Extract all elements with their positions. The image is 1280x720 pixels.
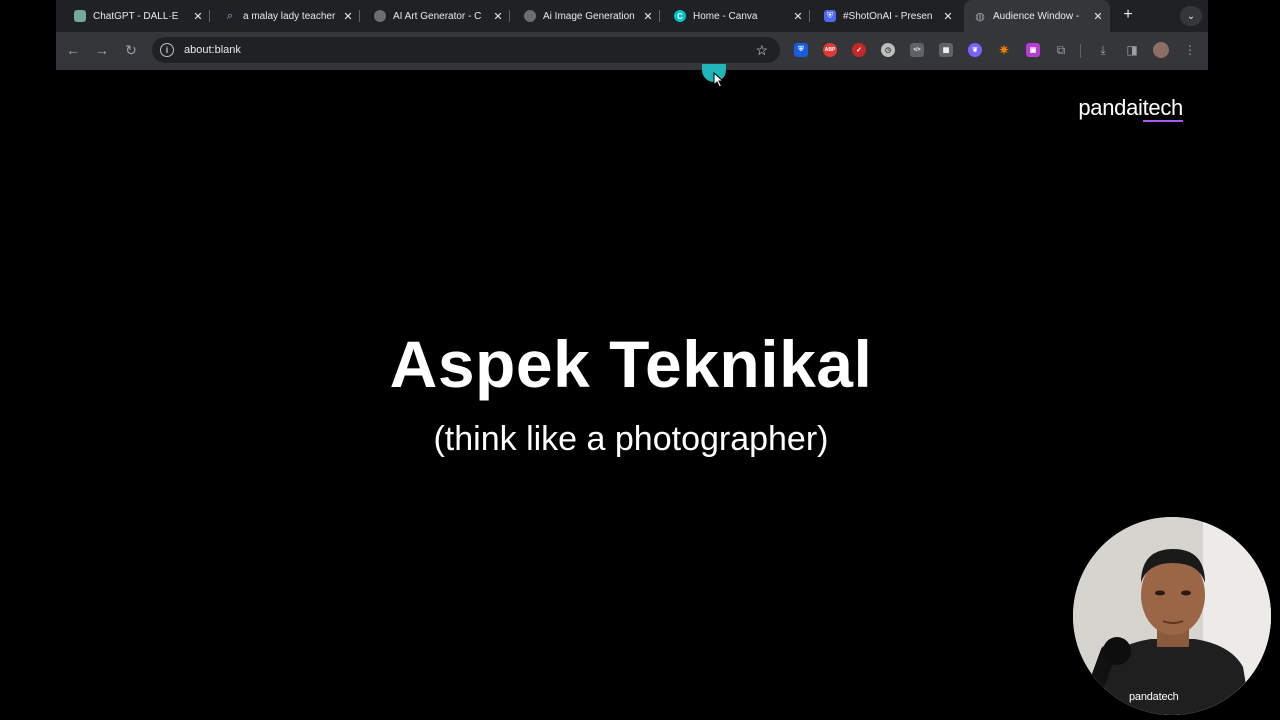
tab-shotonai[interactable]: ⛨ #ShotOnAI - Presen ✕: [814, 4, 960, 28]
close-tab-icon[interactable]: ✕: [190, 10, 206, 23]
tab-search[interactable]: ⌕ a malay lady teacher ✕: [214, 4, 360, 28]
tab-title: Home - Canva: [693, 10, 758, 22]
new-tab-button[interactable]: +: [1118, 6, 1138, 24]
spark-icon[interactable]: ✷: [997, 43, 1011, 57]
logo-prefix: pandai: [1078, 95, 1143, 120]
search-favicon: ⌕: [226, 9, 234, 22]
shield-favicon: ⛨: [824, 10, 836, 22]
close-tab-icon[interactable]: ✕: [490, 10, 506, 23]
tab-search-chevron-icon[interactable]: ⌄: [1180, 6, 1202, 26]
close-tab-icon[interactable]: ✕: [340, 10, 356, 23]
tab-canva[interactable]: C Home - Canva ✕: [664, 4, 810, 28]
site-info-icon[interactable]: i: [160, 43, 174, 57]
canva-favicon: C: [674, 10, 686, 22]
tab-audience-window[interactable]: ◍ Audience Window - ✕: [964, 0, 1110, 32]
tab-title: Audience Window -: [993, 10, 1080, 22]
chatgpt-favicon: [74, 10, 86, 22]
clock-icon[interactable]: ◷: [881, 43, 895, 57]
browser-window: ChatGPT - DALL·E ✕ ⌕ a malay lady teache…: [56, 0, 1208, 70]
purple-square-icon[interactable]: ▣: [1026, 43, 1040, 57]
code-icon[interactable]: </>: [910, 43, 924, 57]
reload-icon[interactable]: ↻: [122, 41, 140, 59]
more-menu-icon[interactable]: ⋮: [1182, 42, 1198, 58]
puzzle-grid-icon[interactable]: ▦: [939, 43, 953, 57]
ai-image-favicon: [524, 10, 536, 22]
side-panel-icon[interactable]: ◨: [1124, 42, 1140, 58]
browser-toolbar: ← → ↻ i about:blank ☆ ⛨ ABP ✓ ◷ </> ▦ ❦ …: [56, 32, 1208, 68]
extensions-puzzle-icon[interactable]: ⧉: [1053, 42, 1069, 58]
address-url[interactable]: about:blank: [184, 44, 755, 56]
ai-art-favicon: [374, 10, 386, 22]
bitwarden-icon[interactable]: ⛨: [794, 43, 808, 57]
close-tab-icon[interactable]: ✕: [790, 10, 806, 23]
close-tab-icon[interactable]: ✕: [940, 10, 956, 23]
bookmark-star-icon[interactable]: ☆: [755, 42, 768, 59]
tab-title: Ai Image Generation: [543, 10, 635, 22]
tab-ai-image-generation[interactable]: Ai Image Generation ✕: [514, 4, 660, 28]
tab-ai-art-generator[interactable]: AI Art Generator - C ✕: [364, 4, 510, 28]
slide-subtitle: (think like a photographer): [433, 420, 829, 458]
profile-avatar-icon[interactable]: [1153, 42, 1169, 58]
adblock-plus-icon[interactable]: ABP: [823, 43, 837, 57]
tab-title: a malay lady teacher: [243, 10, 336, 22]
tab-title: ChatGPT - DALL·E: [93, 10, 179, 22]
red-check-icon[interactable]: ✓: [852, 43, 866, 57]
tab-chatgpt[interactable]: ChatGPT - DALL·E ✕: [64, 4, 210, 28]
tab-title: AI Art Generator - C: [393, 10, 482, 22]
tab-title: #ShotOnAI - Presen: [843, 10, 933, 22]
tab-strip: ChatGPT - DALL·E ✕ ⌕ a malay lady teache…: [56, 0, 1208, 32]
close-tab-icon[interactable]: ✕: [1090, 10, 1106, 23]
presenter-video: [1073, 517, 1271, 715]
mouse-pointer-icon: [713, 72, 725, 88]
feather-icon[interactable]: ❦: [968, 43, 982, 57]
globe-favicon: ◍: [975, 10, 985, 23]
download-icon[interactable]: ⤓: [1095, 42, 1111, 58]
webcam-caption: pandatech: [1129, 691, 1179, 703]
forward-arrow-icon[interactable]: →: [93, 41, 111, 59]
pandaitech-logo: pandaitech: [1078, 95, 1183, 121]
address-bar[interactable]: i about:blank ☆: [152, 37, 780, 63]
back-arrow-icon[interactable]: ←: [64, 41, 82, 59]
close-tab-icon[interactable]: ✕: [640, 10, 656, 23]
webcam-overlay: pandatech: [1073, 517, 1271, 715]
slide-title: Aspek Teknikal: [389, 327, 873, 401]
logo-suffix: tech: [1142, 95, 1184, 120]
